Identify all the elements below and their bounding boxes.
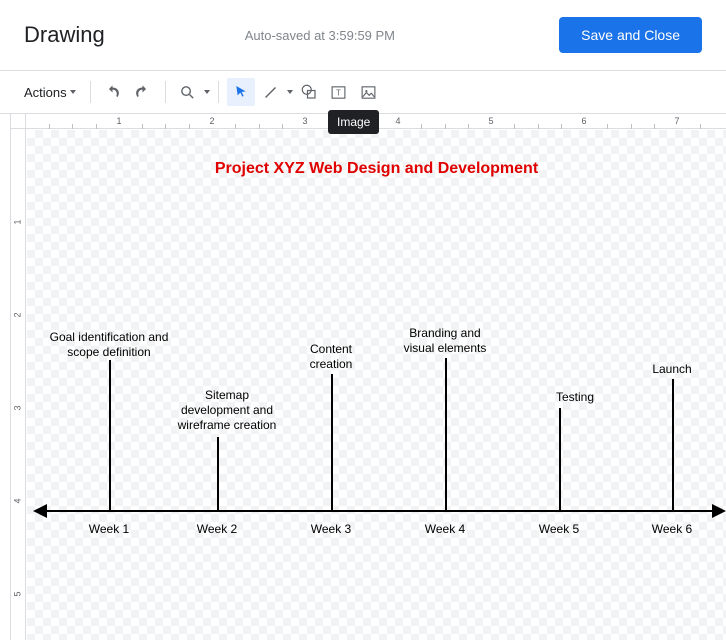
caret-down-icon	[287, 90, 293, 94]
textbox-icon: T	[330, 84, 347, 101]
redo-button[interactable]	[129, 78, 157, 106]
milestone-label: Branding and visual elements	[390, 326, 500, 356]
image-tooltip: Image	[328, 110, 379, 134]
ruler-corner	[10, 113, 26, 129]
save-and-close-button[interactable]: Save and Close	[559, 17, 702, 53]
milestone-line	[445, 358, 447, 510]
week-label: Week 1	[89, 522, 129, 536]
milestone-label: Content creation	[286, 342, 376, 372]
ruler-tick: 2	[209, 116, 214, 126]
ruler-tick: 2	[13, 312, 23, 317]
milestone-line	[217, 437, 219, 510]
week-label: Week 6	[652, 522, 692, 536]
zoom-button[interactable]	[174, 78, 202, 106]
magnifier-icon	[179, 84, 196, 101]
image-icon	[360, 84, 377, 101]
ruler-tick: 1	[13, 219, 23, 224]
caret-down-icon	[204, 90, 210, 94]
ruler-tick: 5	[13, 591, 23, 596]
cursor-icon	[233, 84, 249, 100]
svg-text:T: T	[336, 88, 341, 97]
ruler-tick: 4	[395, 116, 400, 126]
milestone-line	[559, 408, 561, 510]
ruler-tick: 3	[13, 405, 23, 410]
week-label: Week 5	[539, 522, 579, 536]
caret-down-icon	[70, 90, 76, 94]
actions-menu-button[interactable]: Actions	[18, 81, 82, 104]
milestone-line	[331, 374, 333, 510]
milestone-line	[109, 360, 111, 510]
toolbar-separator	[218, 81, 219, 103]
milestone-line	[672, 379, 674, 510]
ruler-tick: 3	[302, 116, 307, 126]
line-tool-group[interactable]	[257, 78, 293, 106]
dialog-title: Drawing	[24, 22, 105, 48]
undo-button[interactable]	[99, 78, 127, 106]
ruler-tick: 6	[581, 116, 586, 126]
timeline-arrow-right	[712, 504, 726, 518]
ruler-tick: 4	[13, 498, 23, 503]
ruler-tick: 5	[488, 116, 493, 126]
drawing-title-text: Project XYZ Web Design and Development	[27, 160, 726, 178]
redo-icon	[134, 84, 151, 101]
autosave-status: Auto-saved at 3:59:59 PM	[145, 28, 559, 43]
actions-label: Actions	[24, 85, 67, 100]
line-icon	[262, 84, 279, 101]
toolbar-separator	[165, 81, 166, 103]
milestone-label: Sitemap development and wireframe creati…	[162, 388, 292, 433]
undo-icon	[104, 84, 121, 101]
ruler-tick: 7	[674, 116, 679, 126]
week-label: Week 2	[197, 522, 237, 536]
toolbar: Actions T Image	[0, 71, 726, 113]
zoom-control[interactable]	[174, 78, 210, 106]
week-label: Week 3	[311, 522, 351, 536]
milestone-label: Launch	[632, 362, 712, 377]
textbox-tool-button[interactable]: T	[325, 78, 353, 106]
shape-icon	[300, 83, 318, 101]
drawing-canvas[interactable]: Project XYZ Web Design and Development G…	[27, 130, 726, 640]
line-tool-button[interactable]	[257, 78, 285, 106]
select-tool-button[interactable]	[227, 78, 255, 106]
dialog-header: Drawing Auto-saved at 3:59:59 PM Save an…	[0, 0, 726, 70]
week-label: Week 4	[425, 522, 465, 536]
milestone-label: Testing	[535, 390, 615, 405]
milestone-label: Goal identification and scope definition	[34, 330, 184, 360]
toolbar-separator	[90, 81, 91, 103]
shape-tool-button[interactable]	[295, 78, 323, 106]
image-tool-button[interactable]	[355, 78, 383, 106]
timeline-axis	[43, 510, 716, 512]
vertical-ruler: 1 2 3 4 5	[10, 129, 26, 640]
ruler-tick: 1	[116, 116, 121, 126]
